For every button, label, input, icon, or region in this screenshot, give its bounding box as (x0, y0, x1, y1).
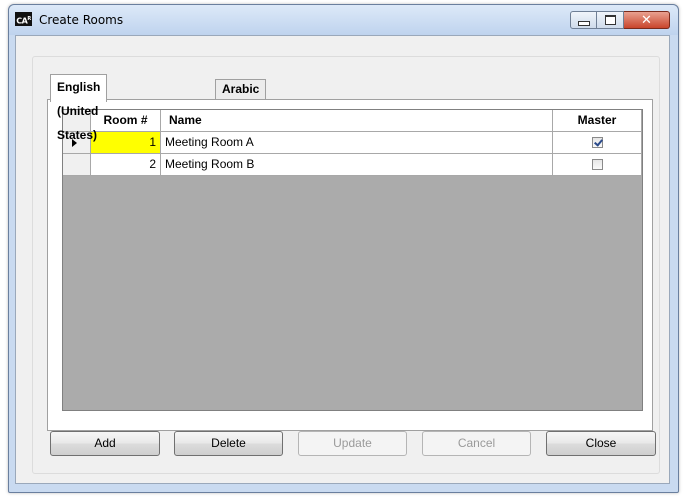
table-row[interactable]: 2 Meeting Room B (63, 154, 642, 176)
table-row[interactable]: 1 Meeting Room A (63, 132, 642, 154)
tab-panel: Room # Name Master 1 Meeting Room A 2 Me… (47, 99, 653, 431)
row-selector[interactable] (63, 154, 91, 176)
room-number-cell[interactable]: 2 (91, 154, 161, 176)
minimize-button[interactable] (570, 11, 597, 29)
column-header-name[interactable]: Name (161, 110, 553, 132)
window-controls: ✕ (570, 11, 670, 29)
tab-english-united-states[interactable]: English (United States) (50, 74, 108, 142)
tab-arabic[interactable]: Arabic (215, 79, 267, 100)
maximize-icon (604, 15, 616, 25)
app-icon-text: CA (16, 16, 28, 26)
minimize-icon (577, 20, 590, 26)
add-button[interactable]: Add (50, 431, 160, 456)
room-number-cell[interactable]: 1 (91, 132, 161, 154)
room-name-cell[interactable]: Meeting Room B (161, 154, 553, 176)
update-button[interactable]: Update (298, 431, 407, 456)
maximize-button[interactable] (597, 11, 624, 29)
title-bar[interactable]: CAR Create Rooms ✕ (9, 5, 678, 35)
close-icon: ✕ (641, 12, 652, 28)
master-checkbox[interactable] (591, 137, 603, 148)
app-icon-superscript: R (27, 16, 31, 22)
app-icon: CAR (15, 12, 32, 26)
close-window-button[interactable]: ✕ (624, 11, 670, 29)
column-header-master[interactable]: Master (553, 110, 642, 132)
delete-button[interactable]: Delete (174, 431, 283, 456)
column-header-room[interactable]: Room # (91, 110, 161, 132)
room-name-cell[interactable]: Meeting Room A (161, 132, 553, 154)
master-cell[interactable] (553, 132, 642, 154)
cancel-button[interactable]: Cancel (422, 431, 531, 456)
master-checkbox[interactable] (591, 159, 603, 170)
close-button[interactable]: Close (546, 431, 656, 456)
master-cell[interactable] (553, 154, 642, 176)
window-title: Create Rooms (39, 13, 124, 27)
grid-header-row: Room # Name Master (63, 110, 642, 132)
rooms-grid[interactable]: Room # Name Master 1 Meeting Room A 2 Me… (62, 109, 643, 411)
